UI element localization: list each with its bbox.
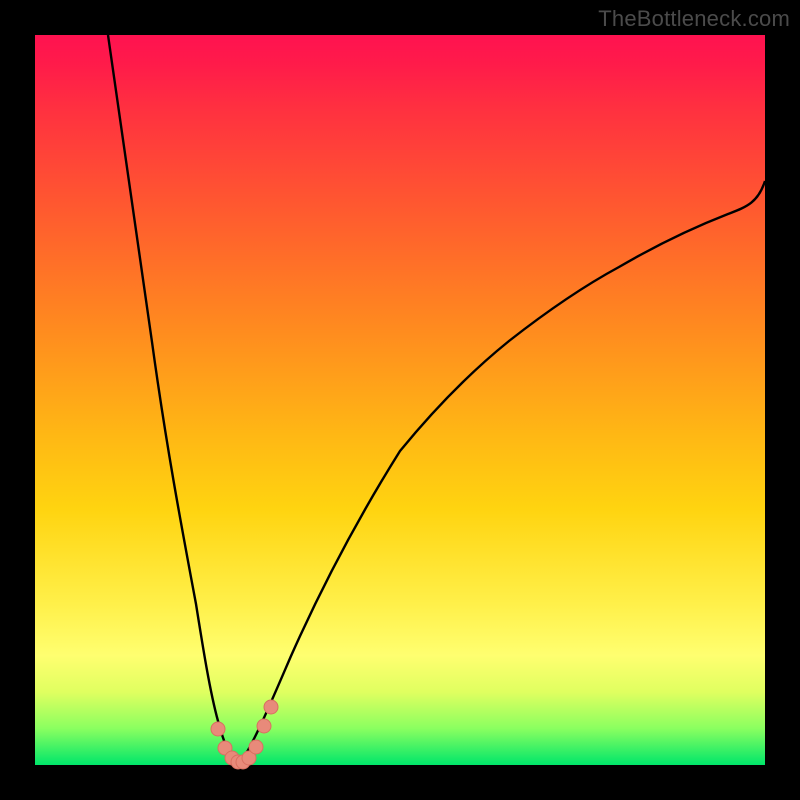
marker-cluster bbox=[211, 700, 278, 769]
attribution-text: TheBottleneck.com bbox=[598, 6, 790, 32]
curve-right-branch bbox=[239, 181, 765, 765]
chart-frame: TheBottleneck.com bbox=[0, 0, 800, 800]
marker-dot bbox=[264, 700, 278, 714]
chart-plot-area bbox=[35, 35, 765, 765]
chart-svg bbox=[35, 35, 765, 765]
marker-dot bbox=[249, 740, 263, 754]
curve-left-branch bbox=[108, 35, 239, 765]
marker-dot bbox=[211, 722, 225, 736]
marker-dot bbox=[257, 719, 271, 733]
